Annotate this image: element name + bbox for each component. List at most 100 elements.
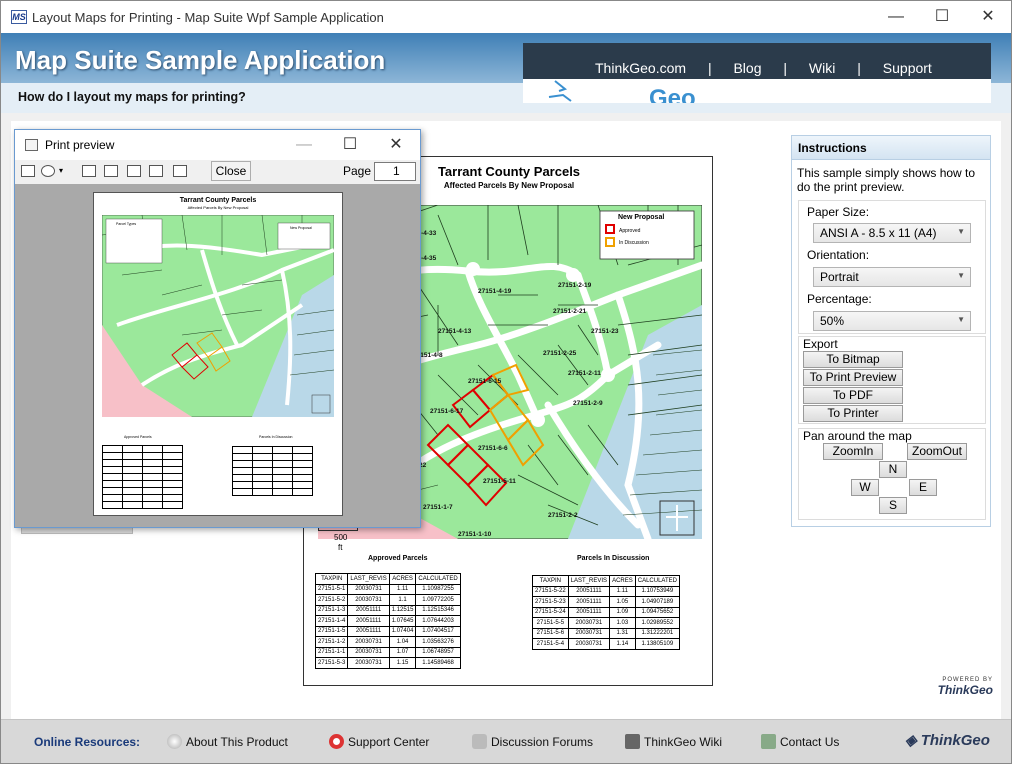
pv-close-button[interactable]: Close: [211, 161, 251, 181]
page-spinner[interactable]: 1: [374, 162, 416, 181]
zoom-icon[interactable]: [41, 165, 55, 177]
minimize-button[interactable]: —: [873, 1, 919, 33]
table-row: 27151-5-2 20030731 1.1 1.09772205: [314, 594, 461, 606]
table-header-row: TAXPIN LAST_REVIS ACRES CALCULATED: [532, 575, 680, 587]
about-product-label: About This Product: [186, 735, 288, 749]
table-row: [232, 474, 313, 482]
table-cell: 1.15: [388, 657, 417, 669]
table-cell: [272, 474, 293, 482]
pan-south-button[interactable]: S: [879, 497, 907, 514]
table-row: 27151-5-3 20030731 1.15 1.14589468: [314, 657, 461, 669]
close-window-button[interactable]: ✕: [965, 1, 1011, 33]
discussion-parcels-table: TAXPIN LAST_REVIS ACRES CALCULATED 27151-5-2…: [532, 575, 680, 650]
parcel-label: 27151-4-13: [438, 328, 472, 335]
table-cell: [122, 466, 143, 474]
pan-east-button[interactable]: E: [909, 479, 937, 496]
nav-link-support[interactable]: Support: [883, 60, 932, 76]
preview-parcel-types-label: Parcel Types: [116, 222, 136, 226]
pan-north-button[interactable]: N: [879, 461, 907, 478]
export-label: Export: [803, 337, 838, 351]
table-row: [102, 494, 183, 502]
table-cell: [292, 453, 313, 461]
zoom-out-button[interactable]: ZoomOut: [907, 443, 967, 460]
pv-close-window-button[interactable]: ✕: [373, 130, 419, 160]
table-row: 27151-1-2 20030731 1.04 1.03563276: [314, 636, 461, 648]
table-cell: 1.1: [388, 594, 417, 606]
nav-link-thinkgeo[interactable]: ThinkGeo.com: [595, 60, 686, 76]
table-cell: [232, 453, 253, 461]
pv-maximize-button[interactable]: ☐: [327, 130, 373, 160]
contact-card-icon: [761, 734, 776, 749]
parcel-label: 27151-2-2: [548, 512, 578, 519]
percentage-select[interactable]: 50% ▼: [813, 311, 971, 331]
thinkgeo-wiki-link[interactable]: ThinkGeo Wiki: [625, 734, 722, 749]
to-bitmap-button[interactable]: To Bitmap: [803, 351, 903, 368]
chat-bubble-icon: [472, 734, 487, 749]
thinkgeo-footer-logo: ◈ ThinkGeo: [905, 731, 990, 749]
parcel-label: 27151-1-7: [423, 504, 453, 511]
table-cell: 27151-5-22: [532, 585, 569, 597]
table-row: 27151-1-5 20051111 1.07404 1.07404517: [314, 625, 461, 637]
table-cell: 1.07404517: [415, 625, 461, 637]
legend-approved: Approved: [619, 228, 641, 234]
column-header: LAST_REVIS: [567, 575, 611, 587]
instructions-title: Instructions: [792, 136, 990, 160]
to-printer-button[interactable]: To Printer: [803, 405, 903, 422]
about-product-link[interactable]: About This Product: [167, 734, 288, 749]
one-page-icon[interactable]: [82, 165, 96, 177]
orientation-select[interactable]: Portrait ▼: [813, 267, 971, 287]
table-cell: 1.02989552: [634, 617, 680, 629]
nav-link-blog[interactable]: Blog: [733, 60, 761, 76]
to-print-preview-button[interactable]: To Print Preview: [803, 369, 903, 386]
contact-us-link[interactable]: Contact Us: [761, 734, 839, 749]
approved-parcels-table: TAXPIN LAST_REVIS ACRES CALCULATED 27151-5-1…: [314, 573, 461, 669]
table-cell: 1.03563276: [415, 636, 461, 648]
discussion-forums-link[interactable]: Discussion Forums: [472, 734, 593, 749]
paper-size-select[interactable]: ANSI A - 8.5 x 11 (A4) ▼: [813, 223, 971, 243]
support-center-link[interactable]: Support Center: [329, 734, 429, 749]
zoom-dropdown-icon[interactable]: ▾: [59, 166, 63, 175]
table-cell: [232, 481, 253, 489]
four-pages-icon[interactable]: [149, 165, 163, 177]
parcel-label: 27151-6-6: [478, 445, 508, 452]
table-cell: [162, 459, 183, 467]
table-row: [232, 481, 313, 489]
three-pages-icon[interactable]: [127, 165, 141, 177]
table-row: 27151-5-4 20030731 1.14 1.13805109: [532, 638, 680, 650]
table-row: [102, 501, 183, 509]
two-pages-icon[interactable]: [104, 165, 118, 177]
app-window: MS Layout Maps for Printing - Map Suite …: [0, 0, 1012, 764]
table-cell: 1.07644203: [415, 615, 461, 627]
table-cell: [162, 480, 183, 488]
table-cell: [272, 481, 293, 489]
table-cell: [142, 473, 163, 481]
table-cell: 27151-5-1: [314, 583, 349, 595]
parcel-label: 27151-2-21: [553, 308, 587, 315]
table-cell: 20051111: [567, 585, 611, 597]
table-cell: [102, 494, 123, 502]
table-row: 27151-5-24 20051111 1.09 1.09475652: [532, 606, 680, 618]
table-cell: [162, 501, 183, 509]
printer-icon[interactable]: [21, 165, 35, 177]
parcel-label: 27151-23: [591, 328, 619, 335]
table-cell: 27151-5-24: [532, 606, 569, 618]
table-cell: 27151-1-2: [314, 636, 349, 648]
table-cell: 27151-5-6: [532, 627, 569, 639]
table-cell: 1.11: [609, 585, 636, 597]
maximize-button[interactable]: ☐: [919, 1, 965, 33]
table-cell: [102, 473, 123, 481]
paper-size-value: ANSI A - 8.5 x 11 (A4): [820, 226, 937, 240]
zoom-in-button[interactable]: ZoomIn: [823, 443, 883, 460]
preview-approved-table: [102, 445, 183, 509]
pan-west-button[interactable]: W: [851, 479, 879, 496]
six-pages-icon[interactable]: [173, 165, 187, 177]
preview-area[interactable]: Tarrant County Parcels Affected Parcels …: [15, 184, 420, 527]
powered-by-logo: POWERED BY ThinkGeo: [919, 677, 993, 697]
legend-title: New Proposal: [618, 214, 664, 221]
parcel-label: 27151-2-9: [573, 400, 603, 407]
column-header: ACRES: [609, 575, 636, 587]
pv-minimize-button[interactable]: —: [281, 130, 327, 160]
nav-link-wiki[interactable]: Wiki: [809, 60, 835, 76]
to-pdf-button[interactable]: To PDF: [803, 387, 903, 404]
table-cell: 1.07404: [388, 625, 417, 637]
